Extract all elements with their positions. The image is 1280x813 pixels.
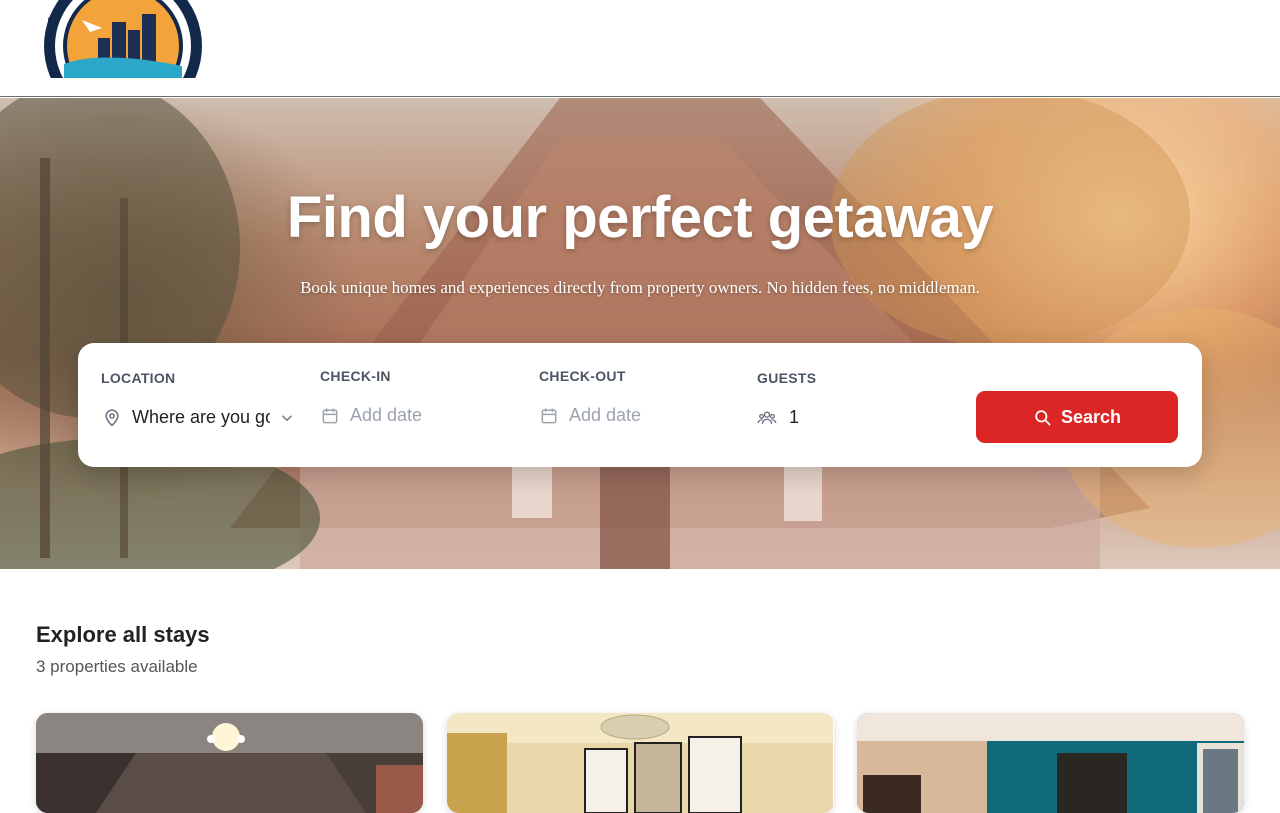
calendar-icon bbox=[322, 408, 338, 423]
chevron-down-icon bbox=[282, 414, 292, 421]
calendar-icon bbox=[541, 408, 557, 423]
site-header bbox=[0, 0, 1280, 97]
checkout-input[interactable]: Add date bbox=[539, 405, 641, 426]
guests-value: 1 bbox=[789, 407, 800, 427]
location-label: LOCATION bbox=[101, 370, 176, 386]
property-image bbox=[857, 713, 1244, 813]
checkout-label: CHECK-OUT bbox=[539, 368, 626, 384]
property-image bbox=[447, 713, 833, 813]
hero-banner: Find your perfect getaway Book unique ho… bbox=[0, 98, 1280, 569]
guests-field[interactable]: GUESTS 1 bbox=[755, 343, 955, 467]
site-logo[interactable] bbox=[42, 0, 204, 78]
location-field[interactable]: LOCATION Where are you going? bbox=[78, 343, 318, 467]
location-value: Where are you going? bbox=[132, 407, 270, 427]
property-card-3[interactable] bbox=[857, 713, 1244, 813]
location-select[interactable]: Where are you going? bbox=[102, 407, 296, 428]
users-icon bbox=[757, 411, 777, 424]
checkin-field[interactable]: CHECK-IN Add date bbox=[318, 343, 536, 467]
hero-title: Find your perfect getaway bbox=[286, 185, 994, 250]
checkin-label: CHECK-IN bbox=[320, 368, 391, 384]
search-bar: LOCATION Where are you going? CHECK-IN bbox=[78, 343, 1202, 467]
checkin-placeholder: Add date bbox=[350, 405, 423, 425]
checkin-input[interactable]: Add date bbox=[320, 405, 422, 426]
checkout-placeholder: Add date bbox=[569, 405, 642, 425]
properties-count: 3 properties available bbox=[36, 657, 198, 676]
hero-subtitle: Book unique homes and experiences direct… bbox=[300, 278, 980, 297]
search-button-label: Search bbox=[1060, 406, 1122, 427]
search-button[interactable]: Search bbox=[976, 391, 1178, 443]
hero-background-image bbox=[0, 98, 1280, 569]
section-title: Explore all stays bbox=[36, 622, 210, 647]
guests-input[interactable]: 1 bbox=[757, 407, 799, 428]
property-card-1[interactable] bbox=[36, 713, 423, 813]
guests-label: GUESTS bbox=[757, 370, 817, 386]
map-pin-icon bbox=[105, 408, 119, 427]
property-card-2[interactable] bbox=[447, 713, 834, 813]
property-image bbox=[36, 713, 423, 813]
checkout-field[interactable]: CHECK-OUT Add date bbox=[536, 343, 754, 467]
search-icon bbox=[1035, 409, 1051, 425]
